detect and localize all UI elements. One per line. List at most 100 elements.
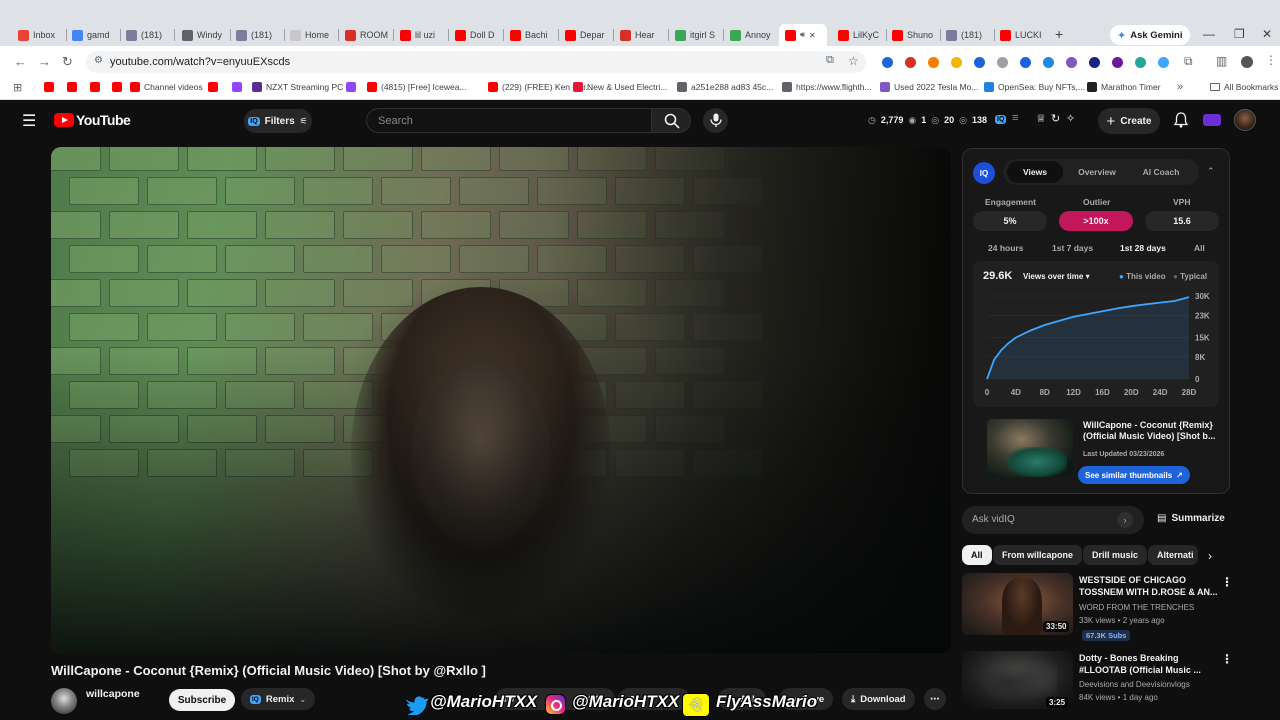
close-window-button[interactable]: ✕ [1262,27,1272,41]
profile-avatar[interactable] [1241,56,1253,68]
bookmark-item[interactable]: OpenSea: Buy NFTs,... [984,82,1085,92]
browser-tab[interactable]: Windy [182,25,226,45]
create-button[interactable]: + Create [1098,108,1160,134]
account-avatar[interactable] [1234,109,1256,131]
voice-search-button[interactable] [703,108,728,133]
chips-next-chevron-icon[interactable]: › [1208,549,1212,563]
bookmark-item[interactable] [208,82,218,92]
chip-drill[interactable]: Drill music [1083,545,1148,565]
all-bookmarks[interactable]: All Bookmarks [1210,82,1278,92]
search-button[interactable] [651,108,691,133]
rec-thumbnail-2[interactable]: 3:25 [962,651,1073,709]
bookmark-item[interactable]: Used 2022 Tesla Mo... [880,82,978,92]
bookmark-item[interactable] [44,82,54,92]
browser-tab[interactable]: lil uzi [400,25,444,45]
rec-channel-2[interactable]: Deevisions and Deevisionvlogs [1079,680,1190,689]
install-icon[interactable]: ⧉ [826,54,834,67]
rec-title-1[interactable]: WESTSIDE OF CHICAGO TOSSNEM WITH D.ROSE … [1079,574,1219,598]
rec-menu-icon-2[interactable]: ⋮ [1221,652,1233,666]
ask-gemini-button[interactable]: ✦ Ask Gemini [1110,25,1190,45]
tab-ai-coach[interactable]: AI Coach [1133,161,1189,183]
range-28d[interactable]: 1st 28 days [1120,243,1166,253]
maximize-button[interactable]: ❐ [1234,27,1245,41]
browser-tab[interactable]: Hear [620,25,664,45]
apps-grid-icon[interactable]: ⊞ [13,81,22,94]
range-7d[interactable]: 1st 7 days [1052,243,1093,253]
browser-tab[interactable]: (181) [126,25,170,45]
sparkle-icon[interactable]: ✧ [1066,112,1075,125]
browser-tab[interactable]: Inbox [18,25,62,45]
back-icon[interactable]: ← [14,54,27,69]
bookmark-item[interactable] [232,82,242,92]
more-actions-button[interactable]: ⋯ [924,688,946,710]
chip-from-channel[interactable]: From willcapone [993,545,1083,565]
bookmark-item[interactable] [90,82,100,92]
channel-name[interactable]: willcapone [86,688,140,700]
see-similar-thumbnails-button[interactable]: See similar thumbnails ↗ [1078,466,1190,484]
bookmark-item[interactable]: Marathon Timer [1087,82,1161,92]
chip-all[interactable]: All [962,545,992,565]
tab-views[interactable]: Views [1007,161,1063,183]
extensions-puzzle-icon[interactable]: ⧉ [1184,54,1193,69]
reload-icon[interactable]: ↻ [62,54,73,70]
bookmark-item[interactable] [112,82,122,92]
summarize-button[interactable]: ▤ Summarize [1157,513,1225,524]
bookmark-item[interactable]: https://www.flighth... [782,82,872,92]
trophy-icon[interactable]: ♕ [1036,112,1046,125]
browser-tab[interactable]: Home [290,25,334,45]
sync-icon[interactable]: ↻ [1051,112,1060,125]
download-button[interactable]: ⤓ Download [842,688,915,710]
rec-channel-1[interactable]: WORD FROM THE TRENCHES [1079,603,1194,612]
ask-vidiq-input[interactable]: Ask vidIQ › [962,506,1144,534]
forward-icon[interactable]: → [38,54,51,69]
browser-tab[interactable]: Bachi [510,25,554,45]
minimize-button[interactable]: — [1203,27,1215,41]
extension-icon[interactable] [928,57,939,68]
audio-playing-icon[interactable]: 🔊︎ [800,30,805,40]
extension-icon[interactable] [1135,57,1146,68]
remix-button[interactable]: IQ Remix ⌄ [241,688,316,710]
bookmark-item[interactable]: a251e288 ad83 45c... [677,82,773,92]
tab-close-icon[interactable]: ✕ [809,31,816,40]
tab-overview[interactable]: Overview [1069,161,1125,183]
extension-icon[interactable] [1158,57,1169,68]
browser-tab[interactable]: LilKyC [838,25,882,45]
bookmark-item[interactable]: (4815) [Free] Icewea... [367,82,467,92]
ask-send-icon[interactable]: › [1117,512,1133,528]
notes-icon[interactable]: ≡ [1012,112,1018,124]
bookmark-item[interactable] [67,82,77,92]
rec-title-2[interactable]: Dotty - Bones Breaking #LLOOTAB (Officia… [1079,652,1219,676]
site-info-icon[interactable]: ⚙ [94,55,103,66]
bookmark-item[interactable] [346,82,356,92]
extension-icon[interactable] [1020,57,1031,68]
extension-icon[interactable] [997,57,1008,68]
extension-icon[interactable] [1043,57,1054,68]
browser-tab[interactable]: 🔊︎ ✕ [779,24,827,46]
browser-tab[interactable]: Depar [565,25,609,45]
range-24h[interactable]: 24 hours [988,243,1023,253]
filters-button[interactable]: IQ Filters ⚟ [244,109,312,133]
menu-dots-icon[interactable]: ⋮ [1265,53,1277,67]
extension-icon[interactable] [1066,57,1077,68]
extension-icon[interactable] [951,57,962,68]
search-input[interactable]: Search [378,115,413,127]
rec-menu-icon-1[interactable]: ⋮ [1221,575,1233,589]
chip-alternative[interactable]: Alternati [1148,545,1198,565]
browser-tab[interactable]: (181) [946,25,990,45]
extension-icon[interactable] [1089,57,1100,68]
address-bar[interactable]: ⚙ youtube.com/watch?v=enyuuEXscds ⧉ ☆ [86,51,866,73]
browser-tab[interactable]: gamd [72,25,116,45]
bookmark-item[interactable]: Channel videos [130,82,203,92]
channel-switch-icon[interactable] [1203,114,1221,126]
subscribe-button[interactable]: Subscribe [169,689,235,711]
search-box[interactable]: Search [366,108,652,133]
browser-tab[interactable]: LUCKI [1000,25,1044,45]
new-tab-button[interactable]: + [1055,26,1063,42]
bookmark-item[interactable]: New & Used Electri... [573,82,667,92]
hamburger-menu-icon[interactable]: ☰ [22,111,36,131]
notifications-bell-icon[interactable] [1174,112,1188,128]
video-player[interactable] [51,147,951,653]
rec-thumbnail-1[interactable]: 33:50 [962,573,1073,635]
iq-thumbnail[interactable] [987,419,1073,477]
bookmarks-overflow-icon[interactable]: » [1177,81,1183,93]
